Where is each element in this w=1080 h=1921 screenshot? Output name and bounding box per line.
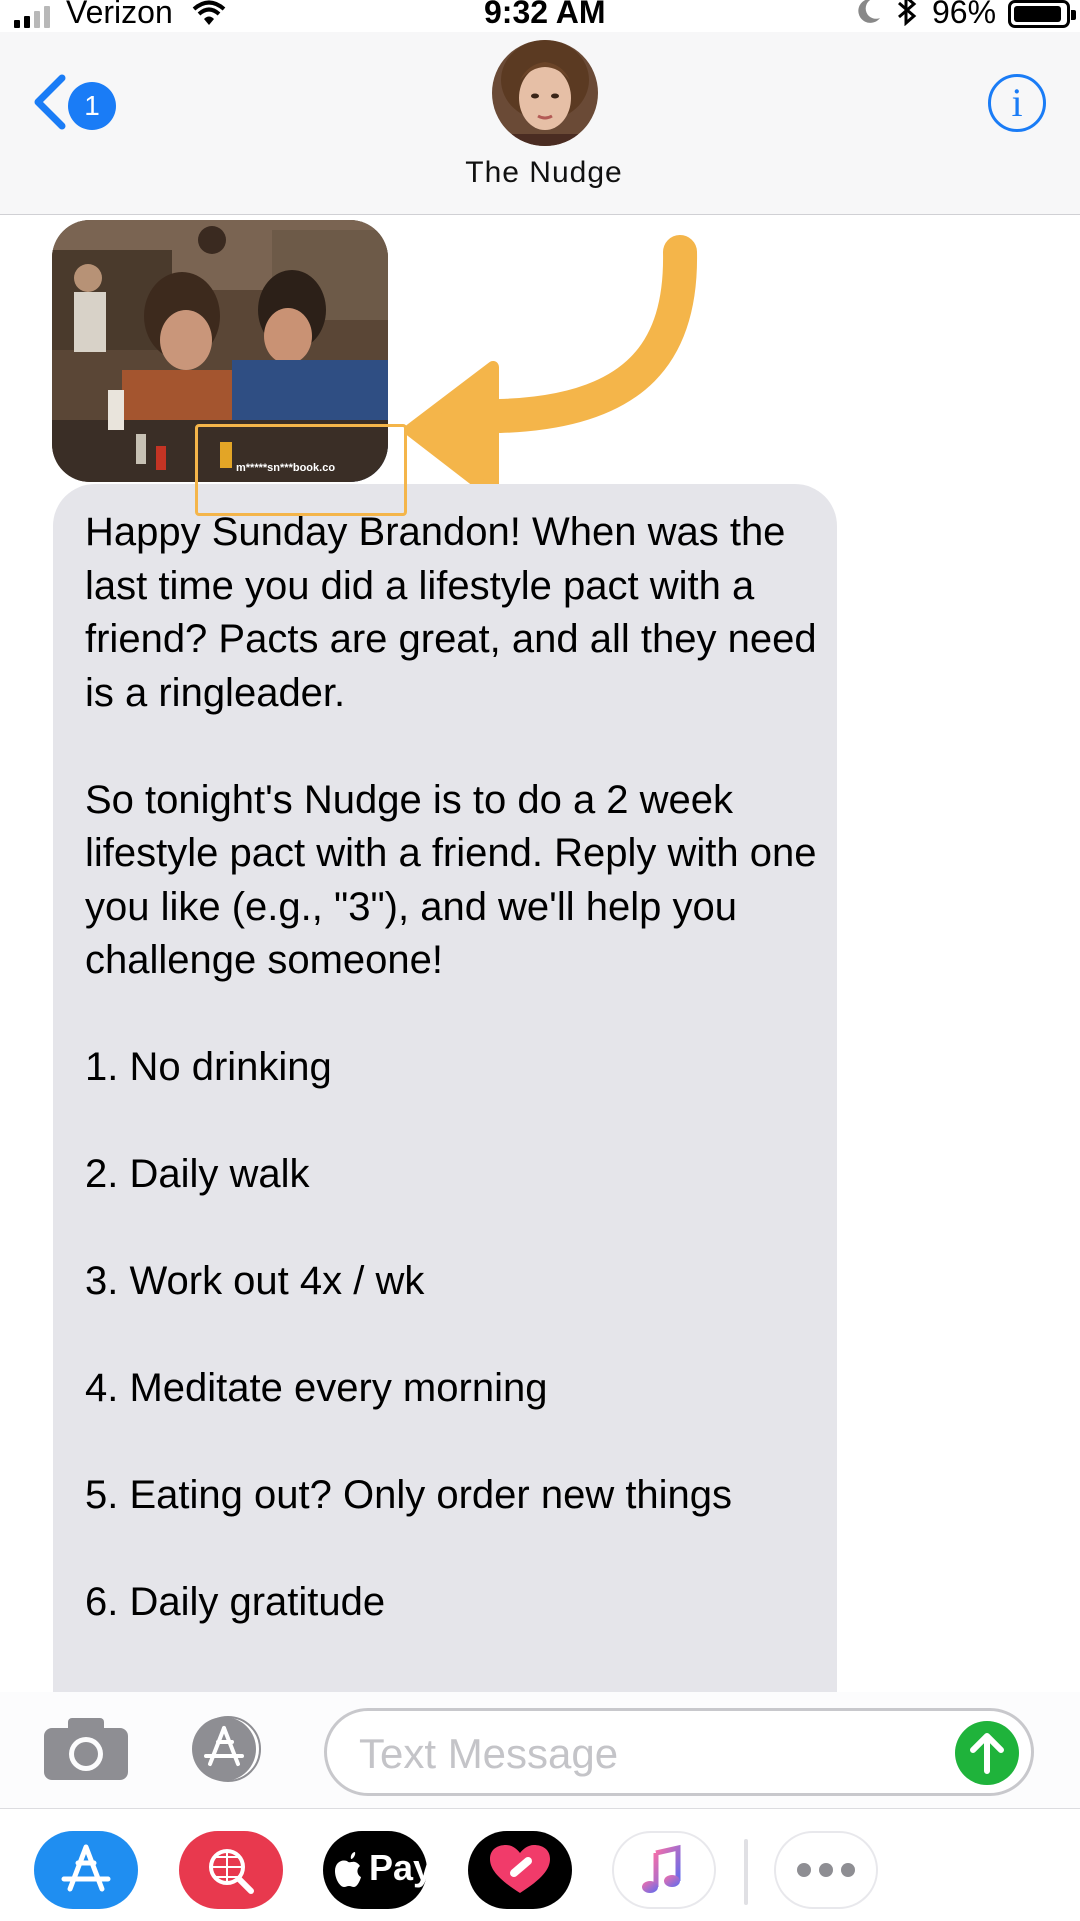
bluetooth-icon: [896, 0, 918, 34]
app-store-icon[interactable]: [34, 1831, 138, 1909]
web-search-icon[interactable]: [179, 1831, 283, 1909]
app-store-button[interactable]: [184, 1714, 268, 1782]
music-icon[interactable]: [612, 1831, 716, 1909]
chevron-left-icon: [34, 74, 66, 130]
message-bubble[interactable]: Happy Sunday Brandon! When was the last …: [53, 484, 837, 1824]
back-button[interactable]: [30, 72, 70, 137]
carrier-label: Verizon: [66, 0, 173, 30]
message-text-field[interactable]: [324, 1708, 1034, 1796]
apple-pay-icon[interactable]: Pay: [323, 1831, 433, 1909]
info-icon[interactable]: i: [988, 74, 1046, 132]
more-icon[interactable]: [774, 1831, 878, 1909]
unread-badge[interactable]: 1: [68, 82, 116, 130]
message-input[interactable]: [357, 1725, 921, 1783]
send-button[interactable]: [955, 1721, 1019, 1785]
wifi-icon: [192, 0, 226, 35]
digital-touch-icon[interactable]: [468, 1831, 572, 1909]
status-time: 9:32 AM: [484, 0, 606, 30]
annotation-highlight-box: [195, 424, 407, 516]
apple-pay-label: Pay: [369, 1847, 434, 1888]
contact-name[interactable]: The Nudge: [0, 156, 1080, 190]
avatar[interactable]: [492, 40, 598, 146]
camera-icon: [44, 1718, 128, 1780]
conversation-header: 1 The Nudge i: [0, 32, 1080, 215]
camera-button[interactable]: [42, 1716, 130, 1787]
battery-icon: [1008, 0, 1076, 28]
app-drawer: Pay: [0, 1808, 1080, 1921]
input-bar: [0, 1692, 1080, 1808]
message-text: Happy Sunday Brandon! When was the last …: [85, 510, 817, 1624]
status-bar: Verizon 9:32 AM 96%: [0, 0, 1080, 32]
moon-icon: [856, 0, 882, 34]
battery-percent: 96%: [932, 0, 997, 30]
send-arrow-icon: [970, 1733, 1004, 1774]
app-store-icon: [192, 1716, 261, 1782]
app-drawer-divider: [744, 1839, 748, 1905]
signal-icon: [14, 6, 50, 28]
